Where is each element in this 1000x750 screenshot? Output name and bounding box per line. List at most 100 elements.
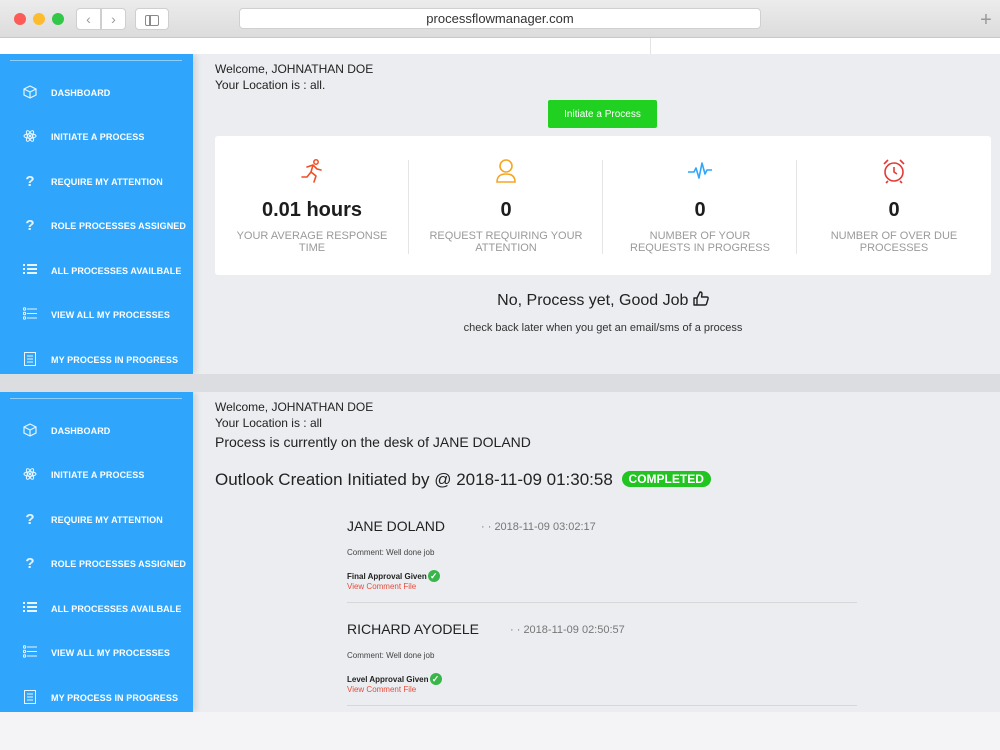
sidebar-item-view-my-processes[interactable]: VIEW ALL MY PROCESSES	[0, 638, 193, 668]
sidebar-item-dashboard[interactable]: DASHBOARD	[0, 78, 193, 108]
atom-icon	[22, 129, 38, 145]
stat-requests-in-progress: 0 NUMBER OF YOUR REQUESTS IN PROGRESS	[603, 136, 797, 275]
stat-value: 0	[888, 199, 900, 221]
process-title-text: Outlook Creation Initiated by @ 2018-11-…	[215, 470, 613, 489]
entry-status-text: Final Approval Given	[347, 572, 427, 581]
entry-comment: Comment: Well done job	[347, 548, 435, 557]
runner-icon	[215, 158, 409, 184]
empty-state-title: No, Process yet, Good Job	[215, 290, 991, 310]
sidebar-divider	[10, 398, 182, 399]
question-icon: ?	[25, 511, 35, 528]
desk-text: Process is currently on the desk of JANE…	[215, 434, 531, 450]
forward-button[interactable]: ›	[101, 8, 126, 30]
chevron-left-icon: ‹	[86, 11, 91, 27]
pulse-icon	[603, 158, 797, 184]
back-button[interactable]: ‹	[76, 8, 101, 30]
browser-chrome: ‹ › processflowmanager.com +	[0, 0, 1000, 38]
stat-label: REQUEST REQUIRING YOUR ATTENTION	[429, 230, 583, 254]
sidebar-item-label: MY PROCESS IN PROGRESS	[51, 355, 179, 365]
empty-state-text: No, Process yet, Good Job	[497, 292, 689, 309]
sidebar-item-label: INITIATE A PROCESS	[51, 132, 145, 142]
sidebar-item-label: ROLE PROCESSES ASSIGNED	[51, 559, 186, 569]
new-tab-button[interactable]: +	[972, 8, 1000, 36]
entry-time: · · 2018-11-09 02:50:57	[510, 624, 625, 636]
sidebar-item-label: VIEW ALL MY PROCESSES	[51, 310, 170, 320]
document-icon	[22, 690, 38, 706]
empty-state-subtitle: check back later when you get an email/s…	[463, 322, 743, 334]
minimize-window-button[interactable]	[33, 13, 45, 25]
process-detail-panel: DASHBOARD INITIATE A PROCESS ? REQUIRE M…	[0, 392, 1000, 712]
sidebar-item-initiate[interactable]: INITIATE A PROCESS	[0, 122, 193, 152]
document-icon	[22, 352, 38, 368]
sidebar-divider	[10, 60, 182, 61]
sidebar-item-all-processes[interactable]: ALL PROCESSES AVAILBALE	[0, 256, 193, 286]
initiate-process-button[interactable]: Initiate a Process	[548, 100, 657, 128]
checklist-icon	[22, 307, 38, 323]
stat-overdue: 0 NUMBER OF OVER DUE PROCESSES	[797, 136, 991, 275]
stat-value: 0	[500, 199, 512, 221]
atom-icon	[22, 467, 38, 483]
sidebar-item-all-processes[interactable]: ALL PROCESSES AVAILBALE	[0, 594, 193, 624]
entry-status: Level Approval Given ✓	[347, 673, 442, 685]
sidebar-item-require-attention[interactable]: ? REQUIRE MY ATTENTION	[0, 505, 193, 535]
stat-response-time: 0.01 hours YOUR AVERAGE RESPONSE TIME	[215, 136, 409, 275]
entry-name: JANE DOLAND	[347, 518, 446, 534]
sidebar-item-role-processes[interactable]: ? ROLE PROCESSES ASSIGNED	[0, 211, 193, 241]
sidebar-item-require-attention[interactable]: ? REQUIRE MY ATTENTION	[0, 167, 193, 197]
sidebar: DASHBOARD INITIATE A PROCESS ? REQUIRE M…	[0, 392, 193, 712]
welcome-text: Welcome, JOHNATHAN DOE	[215, 62, 374, 76]
view-comment-file-link[interactable]: View Comment File	[347, 685, 416, 694]
user-icon	[409, 158, 603, 184]
list-icon	[22, 263, 38, 279]
alarm-clock-icon	[797, 158, 991, 184]
zoom-window-button[interactable]	[52, 13, 64, 25]
top-strip	[0, 38, 1000, 54]
bottom-strip	[0, 712, 1000, 750]
entry-status-text: Level Approval Given	[347, 675, 429, 684]
process-title: Outlook Creation Initiated by @ 2018-11-…	[215, 470, 711, 490]
stat-value: 0	[694, 199, 706, 221]
address-bar[interactable]: processflowmanager.com	[239, 8, 761, 29]
cube-icon	[22, 85, 38, 101]
close-window-button[interactable]	[14, 13, 26, 25]
entry-divider	[347, 602, 857, 603]
sidebar-item-label: INITIATE A PROCESS	[51, 470, 145, 480]
question-icon: ?	[25, 173, 35, 190]
checklist-icon	[22, 645, 38, 661]
stat-label: NUMBER OF YOUR REQUESTS IN PROGRESS	[630, 230, 770, 254]
cube-icon	[22, 423, 38, 439]
check-circle-icon: ✓	[429, 673, 442, 685]
stat-value: 0.01 hours	[261, 199, 363, 221]
entry-comment: Comment: Well done job	[347, 651, 435, 660]
sidebar-toggle-button[interactable]	[135, 8, 169, 30]
sidebar-item-label: ALL PROCESSES AVAILBALE	[51, 266, 182, 276]
list-icon	[22, 601, 38, 617]
chevron-right-icon: ›	[111, 11, 116, 27]
check-circle-icon: ✓	[427, 570, 440, 582]
location-text: Your Location is : all.	[215, 78, 326, 92]
view-comment-file-link[interactable]: View Comment File	[347, 582, 416, 591]
sidebar-item-process-in-progress[interactable]: MY PROCESS IN PROGRESS	[0, 683, 193, 712]
sidebar-item-label: VIEW ALL MY PROCESSES	[51, 648, 170, 658]
entry-time: · · 2018-11-09 03:02:17	[481, 521, 596, 533]
sidebar-item-process-in-progress[interactable]: MY PROCESS IN PROGRESS	[0, 345, 193, 374]
sidebar-item-view-my-processes[interactable]: VIEW ALL MY PROCESSES	[0, 300, 193, 330]
sidebar-item-label: REQUIRE MY ATTENTION	[51, 515, 163, 525]
dashboard-panel: DASHBOARD INITIATE A PROCESS ? REQUIRE M…	[0, 54, 1000, 374]
sidebar-item-label: ALL PROCESSES AVAILBALE	[51, 604, 182, 614]
sidebar-icon	[145, 15, 159, 26]
question-icon: ?	[25, 217, 35, 234]
sidebar: DASHBOARD INITIATE A PROCESS ? REQUIRE M…	[0, 54, 193, 374]
location-text: Your Location is : all	[215, 416, 322, 430]
main-content: Welcome, JOHNATHAN DOE Your Location is …	[215, 392, 1000, 712]
sidebar-item-role-processes[interactable]: ? ROLE PROCESSES ASSIGNED	[0, 549, 193, 579]
stat-requests-attention: 0 REQUEST REQUIRING YOUR ATTENTION	[409, 136, 603, 275]
sidebar-item-initiate[interactable]: INITIATE A PROCESS	[0, 460, 193, 490]
status-badge: COMPLETED	[621, 471, 711, 487]
sidebar-item-label: DASHBOARD	[51, 426, 111, 436]
sidebar-item-dashboard[interactable]: DASHBOARD	[0, 416, 193, 446]
stat-label: NUMBER OF OVER DUE PROCESSES	[830, 230, 958, 254]
entry-status: Final Approval Given ✓	[347, 570, 440, 582]
sidebar-item-label: DASHBOARD	[51, 88, 111, 98]
sidebar-item-label: ROLE PROCESSES ASSIGNED	[51, 221, 186, 231]
